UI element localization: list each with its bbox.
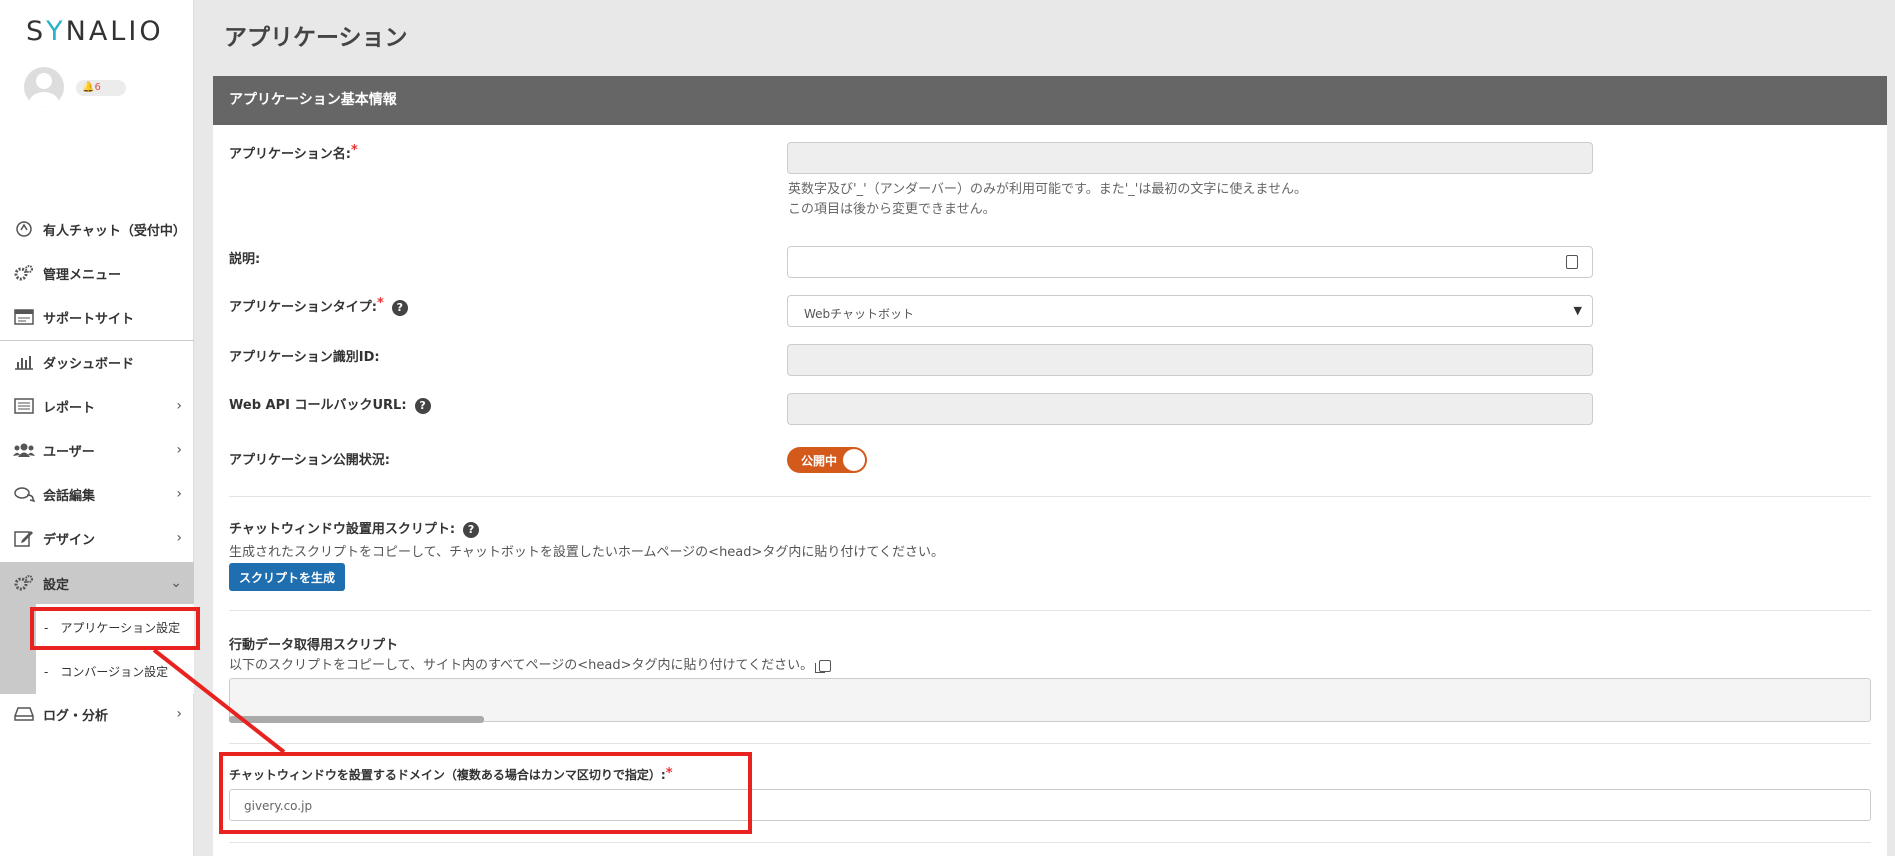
chat-bubbles-icon <box>13 484 35 504</box>
section-divider <box>229 610 1871 611</box>
notification-badge[interactable]: 🔔6 <box>76 80 126 96</box>
app-type-label: アプリケーションタイプ:*? <box>229 296 408 316</box>
avatar[interactable] <box>24 67 64 107</box>
sidebar-item-live-chat[interactable]: 有人チャット（受付中） <box>0 209 194 249</box>
app-type-select[interactable]: Webチャットボット ▼ <box>787 295 1593 327</box>
chevron-right-icon: › <box>176 486 182 502</box>
page-title: アプリケーション <box>224 25 408 51</box>
toggle-knob <box>843 449 865 471</box>
sidebar-item-admin-menu[interactable]: 管理メニュー <box>0 253 194 293</box>
sidebar-item-settings[interactable]: 設定 ⌄ <box>0 562 194 604</box>
chevron-right-icon: › <box>176 530 182 546</box>
bell-icon: 🔔 <box>82 82 95 93</box>
chevron-right-icon: › <box>176 442 182 458</box>
description-input[interactable] <box>787 246 1593 278</box>
edit-icon <box>13 528 35 548</box>
description-label: 説明: <box>229 252 261 267</box>
app-id-input[interactable] <box>787 344 1593 376</box>
section-divider <box>229 743 1871 744</box>
list-icon <box>13 396 35 416</box>
synalio-logo[interactable]: SYNALIO <box>26 16 164 47</box>
browser-window-icon <box>13 307 35 327</box>
help-icon[interactable]: ? <box>414 397 431 414</box>
highlight-box-menu <box>30 607 200 650</box>
highlight-box-domain <box>219 752 752 834</box>
gears-icon <box>13 263 35 283</box>
sidebar-item-support-site[interactable]: サポートサイト <box>0 297 194 337</box>
section-divider <box>229 842 1871 843</box>
generate-script-button[interactable]: スクリプトを生成 <box>229 563 345 591</box>
app-name-label: アプリケーション名:* <box>229 143 358 162</box>
gears-icon <box>13 573 35 593</box>
bar-chart-icon <box>13 352 35 372</box>
publish-toggle[interactable]: 公開中 <box>787 447 867 473</box>
app-name-hint: 英数字及び'_'（アンダーバー）のみが利用可能です。また'_'は最初の文字に使え… <box>788 182 1307 217</box>
app-id-label: アプリケーション識別ID: <box>229 350 380 365</box>
required-mark: * <box>350 143 358 158</box>
help-icon[interactable]: ? <box>391 299 408 316</box>
dropdown-arrow-icon: ▼ <box>1573 304 1582 317</box>
chat-script-description: 生成されたスクリプトをコピーして、チャットボットを設置したいホームページの<he… <box>229 545 945 560</box>
sidebar-divider <box>0 340 194 341</box>
section-divider <box>229 496 1871 497</box>
chevron-right-icon: › <box>176 398 182 414</box>
highlight-connector-line <box>152 648 286 754</box>
sidebar-item-dashboard[interactable]: ダッシュボード <box>0 342 194 382</box>
memo-icon <box>1566 255 1578 269</box>
app-name-input[interactable] <box>787 142 1593 174</box>
copy-icon[interactable] <box>815 659 832 673</box>
help-icon[interactable]: ? <box>463 521 480 538</box>
drive-icon <box>13 704 35 724</box>
behavior-script-description: 以下のスクリプトをコピーして、サイト内のすべてページの<head>タグ内に貼り付… <box>229 656 832 676</box>
sidebar-item-users[interactable]: ユーザー › <box>0 430 194 470</box>
users-icon <box>13 440 35 460</box>
sidebar-item-conversation-edit[interactable]: 会話編集 › <box>0 474 194 514</box>
chevron-down-icon: ⌄ <box>170 575 182 591</box>
chat-script-label: チャットウィンドウ設置用スクリプト:? <box>229 518 480 538</box>
callback-url-input[interactable] <box>787 393 1593 425</box>
headset-icon <box>13 219 35 239</box>
callback-url-label: Web API コールバックURL:? <box>229 394 431 414</box>
sidebar-item-report[interactable]: レポート › <box>0 386 194 426</box>
publish-status-label: アプリケーション公開状況: <box>229 453 390 468</box>
card-header: アプリケーション基本情報 <box>213 76 1887 125</box>
sidebar-item-design[interactable]: デザイン › <box>0 518 194 558</box>
